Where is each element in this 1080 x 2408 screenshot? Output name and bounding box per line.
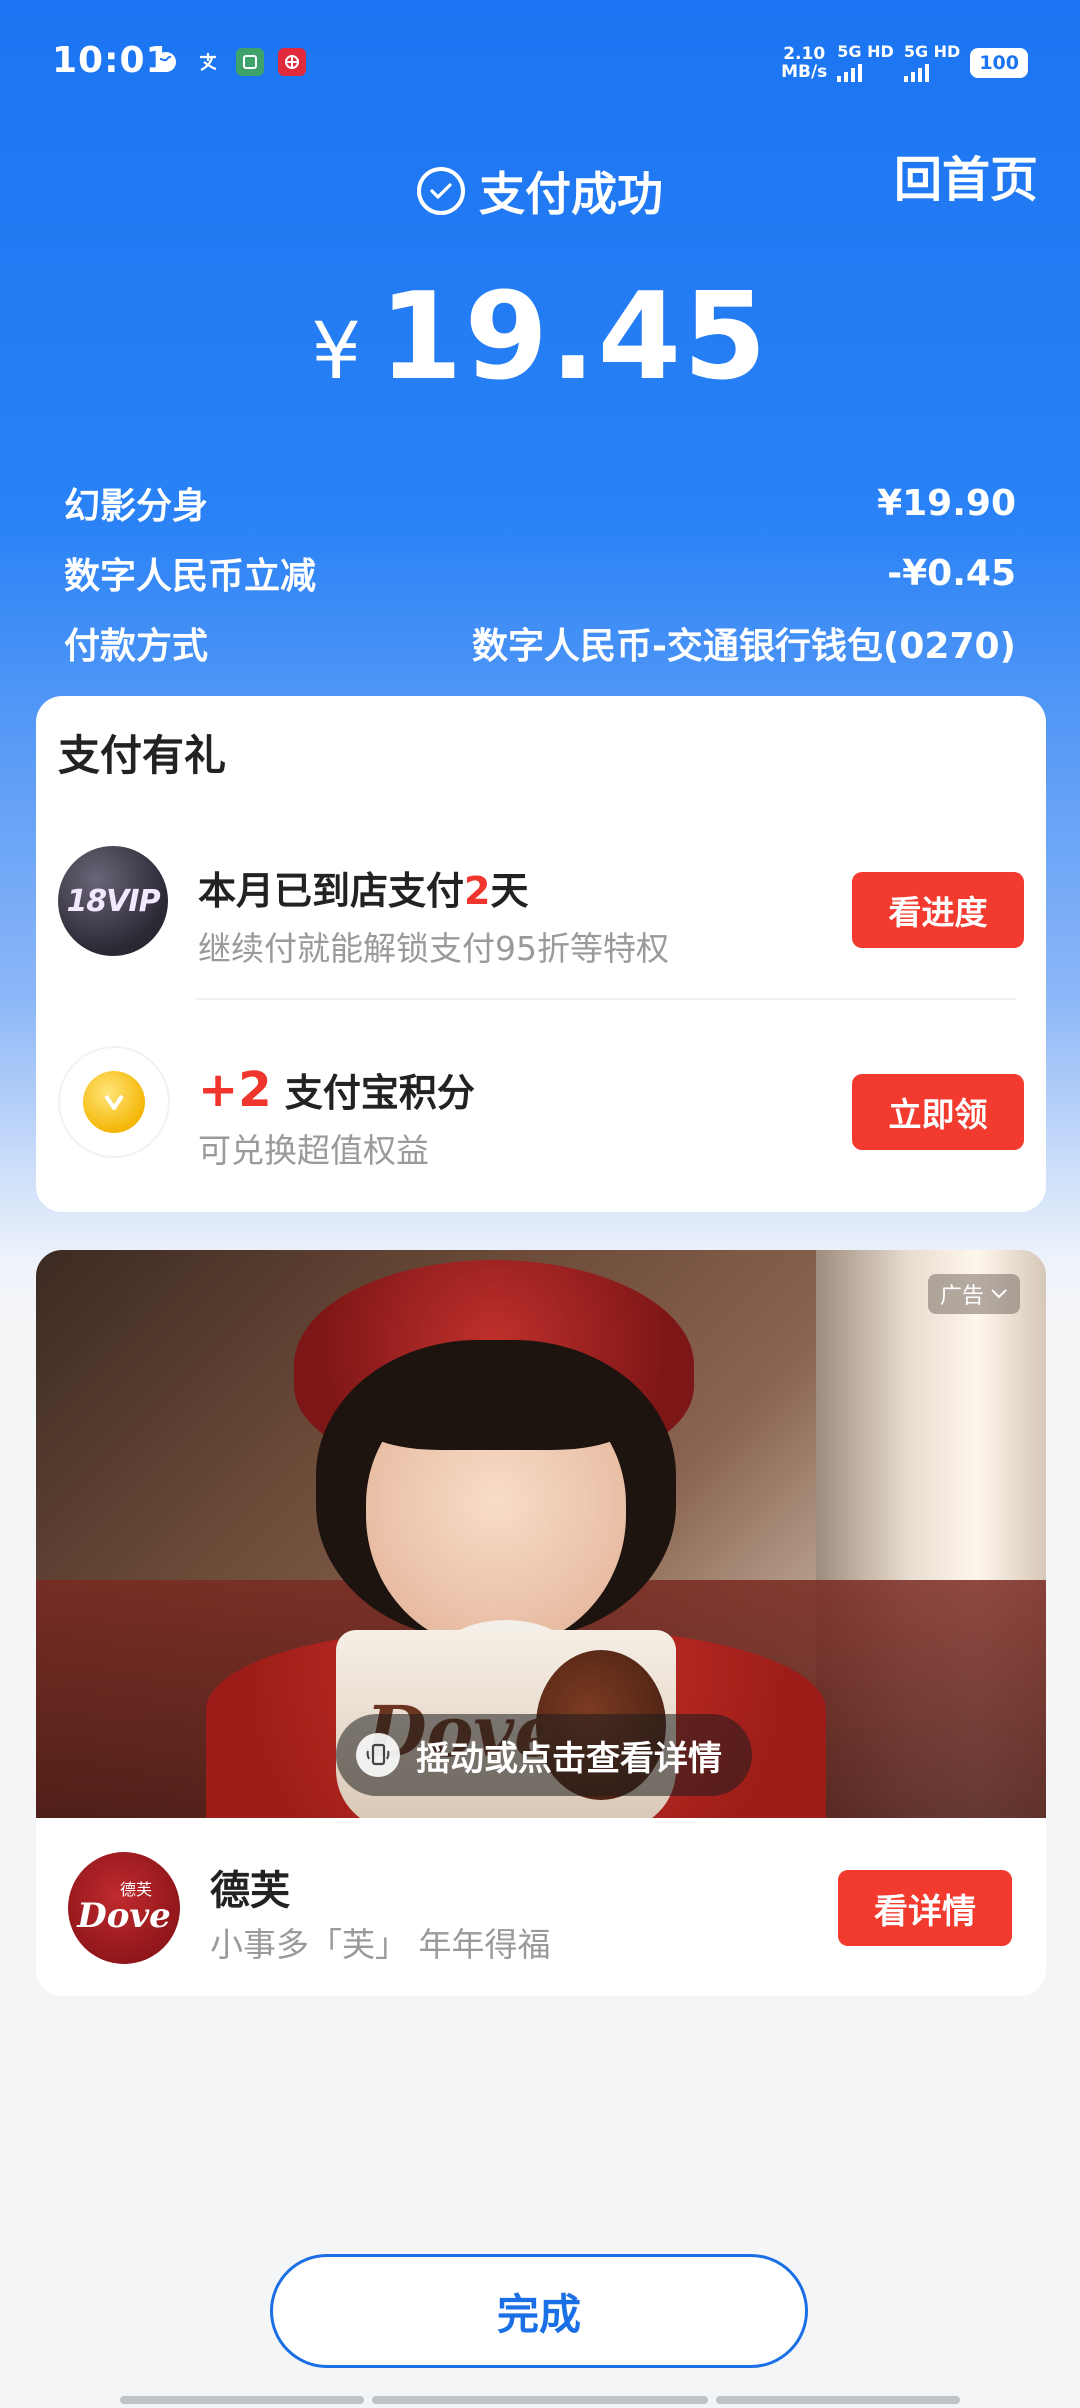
nav-gesture-bar	[372, 2396, 708, 2404]
payment-details: 幻影分身 ¥19.90 数字人民币立减 -¥0.45 付款方式 数字人民币-交通…	[64, 468, 1016, 678]
shake-phone-icon	[356, 1733, 400, 1777]
brand-slogan: 小事多「芙」 年年得福	[210, 1925, 551, 1964]
ad-image[interactable]: Dove 广告 摇动或点击查看详情	[36, 1250, 1046, 1818]
done-button[interactable]: 完成	[270, 2254, 808, 2368]
network-speed-unit: MB/s	[781, 62, 828, 82]
gift-item-title-suffix: 支付宝积分	[271, 1071, 475, 1115]
globe-icon	[152, 48, 180, 76]
signal-bars-2-icon	[903, 60, 961, 82]
ad-card[interactable]: Dove 广告 摇动或点击查看详情 德芙 Dove 德芙 小事多「芙」 年年得福…	[36, 1250, 1046, 1996]
app-notification-icon	[236, 48, 264, 76]
detail-label: 幻影分身	[64, 486, 209, 527]
detail-value: -¥0.45	[887, 552, 1016, 594]
detail-row-discount: 数字人民币立减 -¥0.45	[64, 538, 1016, 608]
alipay-icon	[194, 48, 222, 76]
detail-label: 付款方式	[64, 626, 209, 667]
gift-item-title-highlight: 2	[464, 869, 491, 913]
brand-logo-icon: 德芙 Dove	[68, 1852, 180, 1964]
view-details-button[interactable]: 看详情	[838, 1870, 1012, 1946]
check-circle-icon	[417, 167, 465, 215]
detail-row-item: 幻影分身 ¥19.90	[64, 468, 1016, 538]
detail-row-payment-method: 付款方式 数字人民币-交通银行钱包(0270)	[64, 608, 1016, 678]
chevron-down-icon	[991, 1289, 1007, 1299]
network-type-1: 5G HD	[837, 42, 894, 61]
detail-value: 数字人民币-交通银行钱包(0270)	[471, 626, 1016, 667]
network-speed-value: 2.10	[783, 44, 826, 64]
claim-now-button[interactable]: 立即领	[852, 1074, 1024, 1150]
status-bar: 10:01 2.10 MB/s 5G HD 5G HD 100	[0, 0, 1080, 130]
gift-card-title: 支付有礼	[58, 731, 227, 780]
status-right-icons: 2.10 MB/s 5G HD 5G HD 100	[781, 44, 1028, 82]
gift-item-title: +2 支付宝积分	[198, 1062, 475, 1118]
gift-item-title: 本月已到店支付2天	[198, 860, 528, 915]
ad-label[interactable]: 广告	[927, 1274, 1020, 1314]
network-type-2: 5G HD	[903, 42, 961, 61]
status-notification-icons	[152, 48, 306, 76]
shake-prompt-text: 摇动或点击查看详情	[416, 1738, 722, 1779]
ad-label-text: 广告	[939, 1284, 984, 1309]
currency-symbol: ¥	[311, 307, 362, 397]
points-coin-icon	[58, 1046, 170, 1158]
bank-notification-icon	[278, 48, 306, 76]
amount-value: 19.45	[379, 268, 769, 407]
gift-item-vip[interactable]: 18VIP 本月已到店支付2天 继续付就能解锁支付95折等特权 看进度	[58, 826, 1024, 986]
nav-gesture-bar	[716, 2396, 960, 2404]
battery-icon: 100	[970, 48, 1028, 78]
nav-gesture-bar	[120, 2396, 364, 2404]
gift-item-title-suffix: 天	[490, 869, 529, 913]
gift-item-subtitle: 继续付就能解锁支付95折等特权	[198, 929, 669, 968]
network-speed: 2.10 MB/s	[781, 45, 827, 81]
signal-bars-1-icon	[837, 60, 894, 82]
gift-item-title-prefix: 本月已到店支付	[198, 869, 465, 913]
detail-label: 数字人民币立减	[64, 556, 317, 597]
shake-prompt[interactable]: 摇动或点击查看详情	[336, 1714, 752, 1796]
payment-success-page: 10:01 2.10 MB/s 5G HD 5G HD 100 回首页 支付成功…	[0, 0, 1080, 2408]
success-title: 支付成功	[479, 167, 663, 221]
gift-item-points[interactable]: +2 支付宝积分 可兑换超值权益 立即领	[58, 1028, 1024, 1188]
brand-name: 德芙	[210, 1868, 290, 1914]
brand-logo-en: Dove	[77, 1896, 171, 1936]
gift-item-subtitle: 可兑换超值权益	[198, 1131, 429, 1170]
divider	[196, 998, 1016, 1000]
signal-2: 5G HD	[903, 42, 961, 82]
detail-value: ¥19.90	[877, 482, 1016, 524]
success-header: 支付成功	[0, 158, 1080, 224]
gift-item-title-highlight: +2	[198, 1062, 272, 1118]
gift-card: 支付有礼 18VIP 本月已到店支付2天 继续付就能解锁支付95折等特权 看进度…	[36, 696, 1046, 1212]
vip-badge-icon: 18VIP	[58, 846, 168, 956]
view-progress-button[interactable]: 看进度	[852, 872, 1024, 948]
signal-1: 5G HD	[837, 44, 894, 82]
paid-amount: ¥ 19.45	[0, 268, 1080, 407]
